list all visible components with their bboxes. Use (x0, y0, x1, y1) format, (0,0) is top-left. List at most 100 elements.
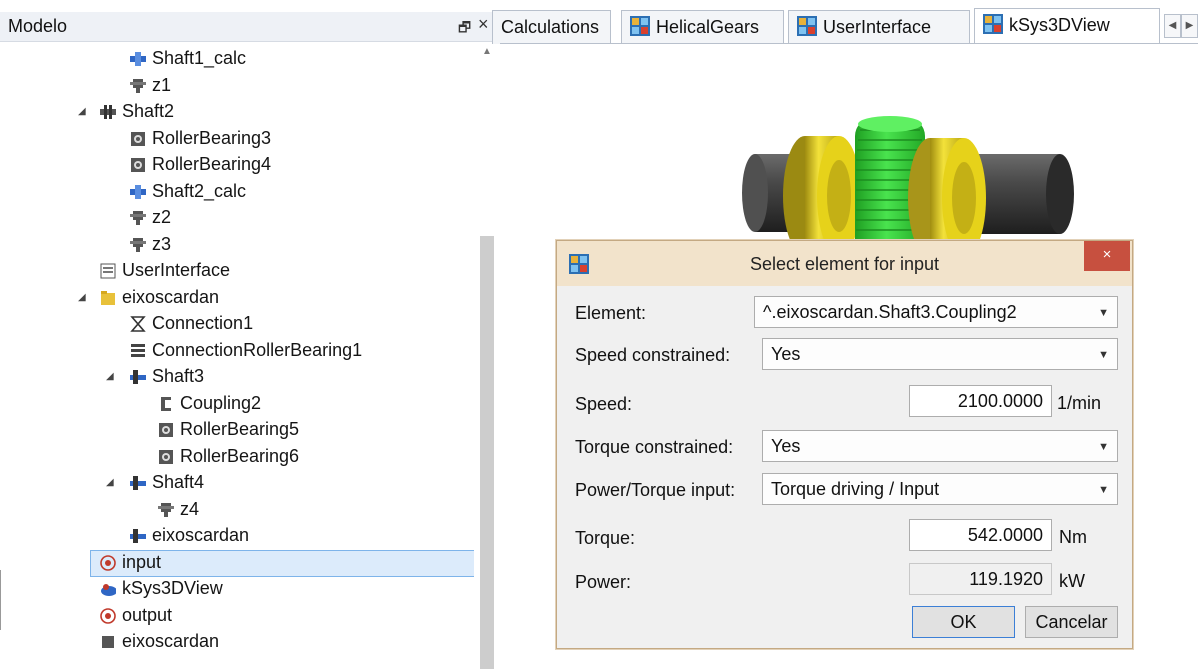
tab-scroll-left-icon[interactable]: ◀ (1164, 14, 1181, 38)
bearing-icon (158, 449, 174, 465)
tab-label: Calculations (501, 17, 600, 37)
cancel-button[interactable]: Cancelar (1025, 606, 1118, 638)
power-label: Power: (575, 572, 632, 592)
tree-item[interactable]: ◢ Shaft3 (0, 364, 474, 390)
torque-constrained-select[interactable]: Yes ▼ (762, 430, 1118, 462)
tab-label: HelicalGears (656, 17, 760, 37)
tree-item[interactable]: input (0, 549, 474, 577)
speed-constrained-select[interactable]: Yes ▼ (762, 338, 1118, 370)
gear-icon (130, 237, 146, 253)
shaft-assembly-icon (130, 528, 146, 544)
tree-item[interactable]: ◢ Shaft2 (0, 99, 474, 125)
bearing-icon (130, 157, 146, 173)
tree-item-label: input (122, 551, 162, 572)
select-element-dialog: Select element for input × Element: ^.ei… (556, 240, 1133, 649)
shaft-calc-icon (130, 184, 146, 200)
connection-bearing-icon (130, 343, 146, 359)
tree-item[interactable]: RollerBearing3 (0, 126, 474, 152)
torque-input[interactable]: 542.0000 (909, 519, 1052, 551)
torque-constrained-value: Yes (771, 436, 801, 456)
float-panel-icon[interactable]: 🗗 (458, 17, 471, 41)
expander-arrow-icon[interactable]: ◢ (78, 292, 86, 303)
tree-item-label: z3 (152, 233, 172, 254)
tab-calculations[interactable]: Calculations (492, 10, 611, 44)
ok-button[interactable]: OK (912, 606, 1015, 638)
tab-label: UserInterface (823, 17, 932, 37)
tree-item[interactable]: Coupling2 (0, 391, 474, 417)
scroll-thumb[interactable] (480, 236, 494, 669)
gear-icon (130, 210, 146, 226)
power-value: 119.1920 (909, 563, 1052, 595)
scroll-up-icon[interactable]: ▲ (482, 46, 492, 57)
dialog-titlebar[interactable]: Select element for input × (557, 241, 1132, 286)
tree-item[interactable]: ConnectionRollerBearing1 (0, 338, 474, 364)
power-torque-input-select[interactable]: Torque driving / Input ▼ (762, 473, 1118, 505)
model-tree[interactable]: Shaft1_calc z1 ◢ Shaft2 RollerBearing3 Roller… (0, 44, 474, 669)
speed-constrained-value: Yes (771, 344, 801, 364)
tree-item[interactable]: z4 (0, 497, 474, 523)
chevron-down-icon: ▼ (1098, 307, 1109, 319)
expander-arrow-icon[interactable]: ◢ (78, 106, 86, 117)
tree-item[interactable]: z3 (0, 232, 474, 258)
shaft-calc-icon (130, 51, 146, 67)
tree-item[interactable]: Shaft2_calc (0, 179, 474, 205)
tree-item-label: RollerBearing4 (152, 154, 272, 174)
tree-item-label: eixoscardan (122, 286, 220, 307)
tree-item[interactable]: UserInterface (0, 258, 474, 284)
tree-item-label: kSys3DView (122, 578, 223, 598)
power-unit: kW (1059, 571, 1085, 591)
tree-scrollbar[interactable]: ▲ (474, 44, 500, 669)
gear-icon (130, 78, 146, 94)
tree-item-label: Connection1 (152, 313, 254, 333)
app-icon (630, 16, 650, 36)
speed-label: Speed: (575, 394, 633, 414)
chevron-down-icon: ▼ (1098, 484, 1109, 496)
speed-input[interactable]: 2100.0000 (909, 385, 1052, 417)
tree-item[interactable]: z1 (0, 73, 474, 99)
tree-item[interactable]: RollerBearing4 (0, 152, 474, 178)
tab-scroll-right-icon[interactable]: ▶ (1181, 14, 1198, 38)
tree-item-label: z1 (152, 74, 172, 95)
tree-item-label: Shaft4 (152, 472, 205, 492)
shaft-assembly-icon (130, 475, 146, 491)
app-icon (983, 14, 1003, 34)
expander-arrow-icon[interactable]: ◢ (106, 371, 114, 382)
shaft-assembly-icon (130, 369, 146, 385)
close-panel-icon[interactable]: × (478, 14, 489, 35)
tab-ksys3dview[interactable]: kSys3DView (974, 8, 1160, 44)
tree-item[interactable]: kSys3DView (0, 576, 474, 602)
tree-item-label: Shaft3 (152, 366, 205, 386)
bearing-icon (158, 422, 174, 438)
dialog-close-button[interactable]: × (1084, 241, 1130, 271)
tree-item-label: Shaft2_calc (152, 180, 247, 201)
torque-constrained-label: Torque constrained: (575, 437, 734, 457)
document-tab-bar: Calculations HelicalGears UserInterface kSy… (492, 0, 1198, 44)
tree-item[interactable]: eixoscardan (0, 629, 474, 655)
tree-item[interactable]: z2 (0, 205, 474, 231)
3d-view-icon (100, 581, 116, 597)
tab-scroll-buttons: ◀ ▶ (1164, 14, 1198, 38)
tree-item[interactable]: Shaft1_calc (0, 46, 474, 72)
dialog-title: Select element for input (749, 254, 940, 274)
partial-icon (100, 634, 116, 650)
tree-item[interactable]: Connection1 (0, 311, 474, 337)
element-select-value: ^.eixoscardan.Shaft3.Coupling2 (763, 302, 1017, 322)
tab-userinterface[interactable]: UserInterface (788, 10, 970, 44)
tree-item-label: RollerBearing5 (180, 419, 300, 439)
tree-item[interactable]: RollerBearing6 (0, 444, 474, 470)
element-select[interactable]: ^.eixoscardan.Shaft3.Coupling2 ▼ (754, 296, 1118, 328)
tree-item[interactable]: ◢ Shaft4 (0, 470, 474, 496)
tree-item[interactable]: RollerBearing5 (0, 417, 474, 443)
tree-item[interactable]: output (0, 603, 474, 629)
tree-item-label: Shaft2 (122, 101, 175, 121)
gear-icon (158, 502, 174, 518)
user-interface-icon (100, 263, 116, 279)
tree-item-label: ConnectionRollerBearing1 (152, 339, 363, 360)
expander-arrow-icon[interactable]: ◢ (106, 477, 114, 488)
tab-helicalgears[interactable]: HelicalGears (621, 10, 784, 44)
tree-item[interactable]: ◢ eixoscardan (0, 285, 474, 311)
tree-item-label: z4 (180, 498, 200, 519)
tree-item[interactable]: eixoscardan (0, 523, 474, 549)
power-torque-input-value: Torque driving / Input (771, 479, 940, 499)
speed-unit: 1/min (1057, 393, 1102, 413)
